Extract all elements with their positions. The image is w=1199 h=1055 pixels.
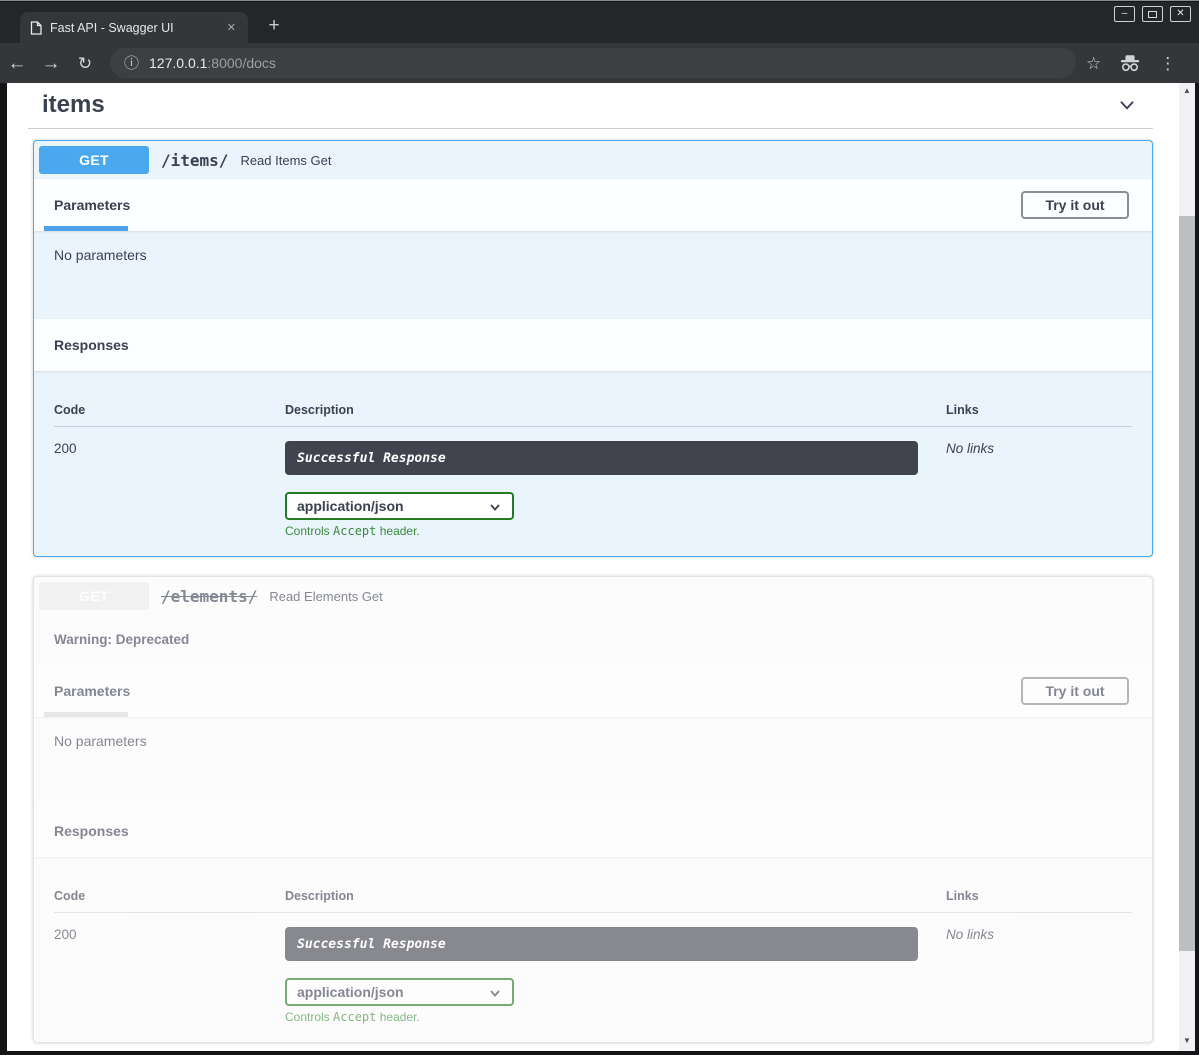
note-code: Accept	[333, 1010, 376, 1024]
endpoint-summary: Read Elements Get	[269, 589, 382, 604]
description-column-header: Description	[285, 889, 946, 903]
endpoint-path: /items/	[161, 151, 228, 170]
page-icon	[30, 21, 42, 35]
code-column-header: Code	[54, 889, 285, 903]
method-badge: GET	[39, 146, 149, 174]
accept-header-note: Controls Accept header.	[285, 1010, 946, 1024]
responses-body: Code Description Links 200 Successful Re…	[34, 371, 1152, 556]
forward-icon[interactable]: →	[34, 54, 68, 73]
tag-section-header[interactable]: items	[33, 91, 1153, 119]
endpoint-path: /elements/	[161, 587, 257, 606]
browser-toolbar: ← → ↻ ⓘ 127.0.0.1:8000/docs ☆ ⋮	[0, 43, 1199, 83]
responses-title: Responses	[54, 823, 129, 839]
minimize-icon: –	[1122, 9, 1128, 19]
parameters-body: No parameters	[34, 717, 1152, 805]
endpoint-summary: Read Items Get	[240, 153, 331, 168]
back-icon[interactable]: ←	[0, 54, 34, 73]
toolbar-right: ☆ ⋮	[1086, 55, 1176, 72]
address-bar[interactable]: ⓘ 127.0.0.1:8000/docs	[110, 48, 1076, 78]
media-type-select[interactable]: application/json	[285, 978, 514, 1006]
note-text-after: header.	[376, 1010, 419, 1024]
media-type-value: application/json	[297, 984, 404, 1000]
select-chevron-icon	[488, 986, 502, 1000]
swagger-ui: items GET /items/ Read Items Get Paramet…	[7, 83, 1179, 1043]
minimize-button[interactable]: –	[1114, 6, 1135, 22]
reload-icon[interactable]: ↻	[68, 55, 102, 72]
description-column-header: Description	[285, 403, 946, 417]
note-text: Controls	[285, 1010, 333, 1024]
url-host: 127.0.0.1	[149, 55, 207, 71]
media-type-select[interactable]: application/json	[285, 492, 514, 520]
try-it-out-button[interactable]: Try it out	[1021, 677, 1129, 705]
responses-table-header: Code Description Links	[54, 371, 1132, 427]
tab-title: Fast API - Swagger UI	[50, 21, 223, 35]
scroll-down-arrow[interactable]: ▼	[1179, 1033, 1195, 1049]
links-column-header: Links	[946, 403, 1132, 417]
responses-table-header: Code Description Links	[54, 857, 1132, 913]
responses-header: Responses	[34, 805, 1152, 857]
close-button[interactable]: ✕	[1170, 6, 1191, 22]
url-text: 127.0.0.1:8000/docs	[149, 55, 276, 71]
no-parameters-label: No parameters	[54, 247, 147, 263]
note-text-after: header.	[376, 524, 419, 538]
opblock-get-elements-deprecated: GET /elements/ Read Elements Get Warning…	[33, 576, 1153, 1043]
site-info-icon[interactable]: ⓘ	[124, 56, 139, 71]
note-text: Controls	[285, 524, 333, 538]
tab-close-icon[interactable]: ✕	[223, 19, 240, 36]
response-row: 200 Successful Response application/json	[54, 427, 1132, 538]
response-code: 200	[54, 441, 285, 538]
close-icon: ✕	[1176, 9, 1184, 19]
response-description-box: Successful Response	[285, 441, 918, 475]
method-badge: GET	[39, 582, 149, 610]
deprecated-warning: Warning: Deprecated	[34, 615, 1152, 665]
response-code: 200	[54, 927, 285, 1024]
responses-body: Code Description Links 200 Successful Re…	[34, 857, 1152, 1042]
bookmark-star-icon[interactable]: ☆	[1086, 55, 1101, 72]
scrollbar[interactable]: ▲ ▼	[1179, 83, 1195, 1051]
select-chevron-icon	[488, 500, 502, 514]
tab-strip: – ✕ Fast API - Swagger UI ✕ +	[0, 2, 1199, 43]
response-description: Successful Response	[297, 937, 446, 952]
try-it-out-button[interactable]: Try it out	[1021, 191, 1129, 219]
chevron-down-icon[interactable]	[1115, 94, 1139, 116]
tag-title: items	[33, 91, 105, 119]
note-code: Accept	[333, 524, 376, 538]
browser-tab[interactable]: Fast API - Swagger UI ✕	[20, 12, 248, 43]
maximize-button[interactable]	[1142, 6, 1163, 22]
tag-divider	[28, 128, 1153, 129]
responses-title: Responses	[54, 337, 129, 353]
opblock-summary[interactable]: GET /items/ Read Items Get	[34, 141, 1152, 179]
no-parameters-label: No parameters	[54, 733, 147, 749]
responses-header: Responses	[34, 319, 1152, 371]
media-type-value: application/json	[297, 498, 404, 514]
incognito-icon	[1119, 55, 1141, 72]
accept-header-note: Controls Accept header.	[285, 524, 946, 538]
inactive-tab-underline	[44, 712, 128, 717]
browser-window: – ✕ Fast API - Swagger UI ✕ + ← → ↻ ⓘ 12…	[0, 0, 1199, 1055]
response-links: No links	[946, 441, 1132, 538]
response-description: Successful Response	[297, 451, 446, 466]
window-controls: – ✕	[1114, 6, 1191, 22]
response-links: No links	[946, 927, 1132, 1024]
scrollbar-thumb[interactable]	[1179, 216, 1195, 951]
code-column-header: Code	[54, 403, 285, 417]
parameters-header: Parameters Try it out	[34, 179, 1152, 231]
parameters-tab: Parameters	[54, 683, 130, 699]
active-tab-underline	[44, 226, 128, 231]
page-viewport: items GET /items/ Read Items Get Paramet…	[7, 83, 1195, 1051]
response-row: 200 Successful Response application/json	[54, 913, 1132, 1024]
links-column-header: Links	[946, 889, 1132, 903]
response-description-box: Successful Response	[285, 927, 918, 961]
scroll-up-arrow[interactable]: ▲	[1179, 83, 1195, 99]
browser-menu-icon[interactable]: ⋮	[1159, 55, 1176, 72]
parameters-header: Parameters Try it out	[34, 665, 1152, 717]
maximize-icon	[1148, 11, 1157, 18]
url-path: :8000/docs	[207, 55, 276, 71]
parameters-body: No parameters	[34, 231, 1152, 319]
parameters-tab: Parameters	[54, 197, 130, 213]
new-tab-button[interactable]: +	[262, 14, 286, 38]
opblock-get-items: GET /items/ Read Items Get Parameters Tr…	[33, 140, 1153, 557]
opblock-summary[interactable]: GET /elements/ Read Elements Get	[34, 577, 1152, 615]
